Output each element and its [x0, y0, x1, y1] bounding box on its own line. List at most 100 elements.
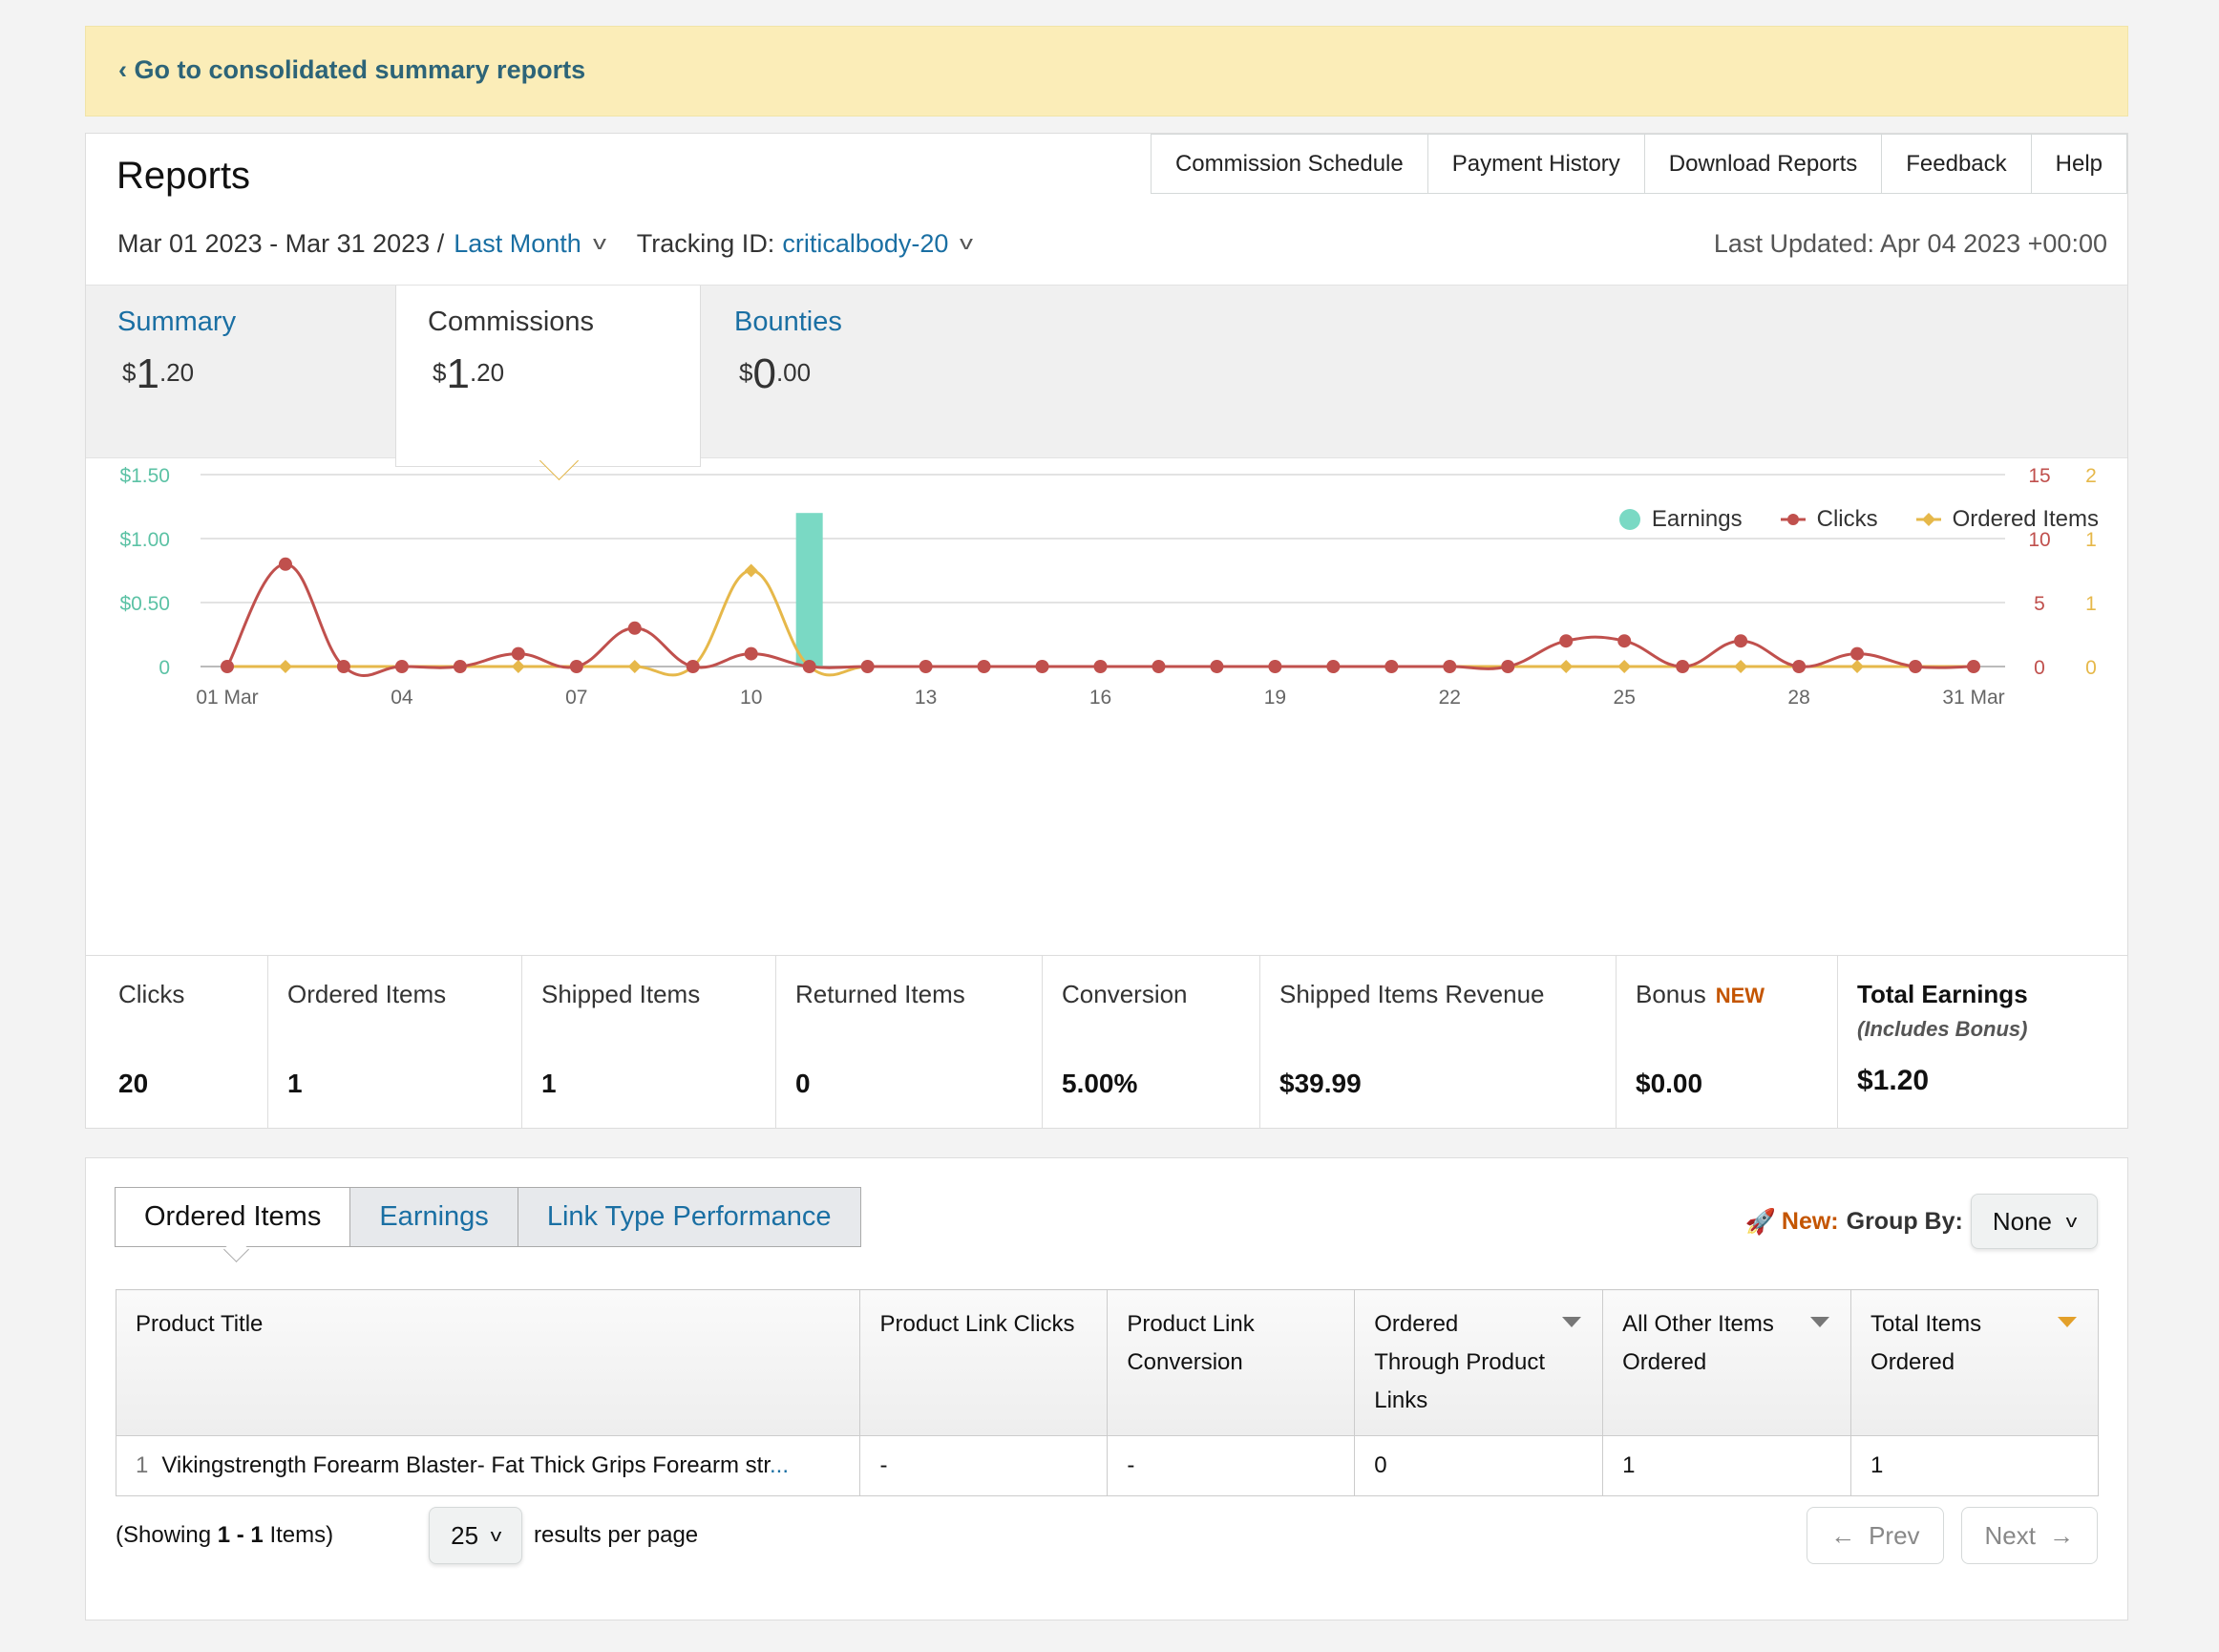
help-button[interactable]: Help [2030, 134, 2127, 194]
total-items-cell: 1 [1850, 1435, 2099, 1496]
header-label: Total Items Ordered [1870, 1311, 1982, 1375]
y-right-ordered-tick-label: 1 [2085, 593, 2097, 615]
clicks-point [1268, 660, 1282, 673]
col-product-link-clicks[interactable]: Product Link Clicks [859, 1289, 1109, 1436]
clicks-point [336, 660, 350, 673]
top-nav: Commission Schedule Payment History Down… [1150, 134, 2127, 194]
bounties-amount: $0.00 [739, 350, 811, 398]
clicks-point [1152, 660, 1166, 673]
stat-shipped-items: Shipped Items 1 [522, 956, 776, 1129]
amount-cents: .00 [775, 358, 812, 387]
commissions-amount: $1.20 [433, 350, 504, 398]
report-filters: Mar 01 2023 - Mar 31 2023 / Last Month v… [117, 229, 1004, 259]
clicks-point [744, 646, 758, 661]
clicks-point [977, 660, 991, 673]
tab-link-type-performance[interactable]: Link Type Performance [517, 1187, 861, 1247]
row-number: 1 [136, 1452, 149, 1478]
ordered-items-point [627, 660, 642, 673]
consolidated-reports-link[interactable]: ‹ Go to consolidated summary reports [118, 55, 585, 85]
stat-returned-items: Returned Items 0 [776, 956, 1043, 1129]
x-tick-label: 13 [915, 687, 937, 709]
per-page-select[interactable]: 25 v [429, 1507, 523, 1564]
earnings-bar [795, 513, 823, 667]
y-left-tick-label: $1.00 [119, 529, 170, 551]
stat-value: $1.20 [1857, 1065, 1930, 1096]
chevron-down-icon[interactable]: v [593, 233, 606, 255]
stat-ordered-items: Ordered Items 1 [268, 956, 522, 1129]
clicks-point [1909, 660, 1923, 673]
includes-bonus-note: (Includes Bonus) [1857, 1017, 2028, 1041]
prev-label: Prev [1869, 1520, 1920, 1550]
clicks-point [1792, 660, 1807, 673]
y-right-clicks-tick-label: 0 [2034, 657, 2045, 679]
stat-label: Conversion [1062, 980, 1188, 1008]
per-page-label: results per page [534, 1522, 699, 1548]
download-reports-button[interactable]: Download Reports [1643, 134, 1883, 194]
stat-bonus: Bonus NEW $0.00 [1617, 956, 1838, 1129]
ordered-items-point [744, 563, 758, 578]
clicks-point [1093, 660, 1108, 673]
earnings-chart: 0 $0.50 $1.00 $1.50 0 5 10 15 0 1 1 2 01 Mar 04 07 10 13… [119, 465, 2097, 709]
tab-commissions[interactable]: Commissions $1.20 [395, 286, 701, 467]
stat-shipped-revenue: Shipped Items Revenue $39.99 [1260, 956, 1617, 1129]
page-title: Reports [116, 155, 251, 197]
chevron-down-icon: v [490, 1525, 502, 1545]
stat-conversion: Conversion 5.00% [1043, 956, 1260, 1129]
clicks-point [686, 660, 700, 673]
x-tick-label: 16 [1089, 687, 1111, 709]
tab-summary[interactable]: Summary $1.20 [86, 286, 391, 457]
last-updated: Last Updated: Apr 04 2023 +00:00 [1713, 229, 2107, 258]
feedback-button[interactable]: Feedback [1881, 134, 2032, 194]
clicks-point [802, 660, 816, 673]
product-title: Vikingstrength Forearm Blaster- Fat Thic… [161, 1452, 770, 1478]
stat-label: Bonus NEW [1636, 980, 1765, 1009]
stat-label: Shipped Items Revenue [1279, 980, 1545, 1008]
commission-schedule-button[interactable]: Commission Schedule [1150, 134, 1428, 194]
next-button[interactable]: Next → [1960, 1507, 2098, 1564]
currency-symbol: $ [433, 358, 447, 387]
payment-history-button[interactable]: Payment History [1426, 134, 1645, 194]
ordered-items-point [1734, 660, 1748, 673]
report-detail-panel: Ordered Items Earnings Link Type Perform… [85, 1157, 2128, 1620]
clicks-point [1035, 660, 1049, 673]
col-product-link-conversion[interactable]: Product Link Conversion [1107, 1289, 1356, 1436]
clicks-point [1559, 634, 1574, 648]
col-all-other-items[interactable]: All Other Items Ordered [1602, 1289, 1852, 1436]
tab-bounties[interactable]: Bounties $0.00 [703, 286, 1008, 457]
total-earnings-label: Total Earnings [1857, 980, 2028, 1008]
clicks-point [1384, 660, 1399, 673]
tab-bounties-label: Bounties [734, 307, 842, 337]
col-total-items-ordered[interactable]: Total Items Ordered [1850, 1289, 2099, 1436]
chevron-down-icon[interactable]: v [960, 233, 973, 255]
stat-value: 5.00% [1062, 1069, 1138, 1098]
y-right-ordered-tick-label: 0 [2085, 657, 2097, 679]
ordered-items-point [1559, 660, 1574, 673]
tab-earnings[interactable]: Earnings [349, 1187, 518, 1247]
clicks-point [1617, 634, 1632, 648]
stat-label: Clicks [118, 980, 185, 1008]
arrow-right-icon: → [2049, 1520, 2074, 1550]
prev-button[interactable]: ← Prev [1807, 1507, 1944, 1564]
tracking-id-dropdown[interactable]: criticalbody-20 [782, 229, 948, 259]
clicks-point [1210, 660, 1224, 673]
clicks-point [1850, 646, 1865, 661]
tab-ordered-items[interactable]: Ordered Items [115, 1187, 351, 1247]
col-ordered-through-links[interactable]: Ordered Through Product Links [1354, 1289, 1604, 1436]
showing-range: 1 - 1 [217, 1522, 264, 1548]
period-dropdown[interactable]: Last Month [454, 229, 581, 259]
expand-title-link[interactable]: ... [770, 1452, 789, 1478]
currency-symbol: $ [122, 358, 137, 387]
x-tick-label: 01 Mar [196, 687, 258, 709]
consolidated-banner: ‹ Go to consolidated summary reports [85, 26, 2128, 116]
product-link-clicks-cell: - [859, 1435, 1109, 1496]
arrow-left-icon: ← [1830, 1520, 1856, 1550]
x-tick-label: 10 [740, 687, 762, 709]
stats-row: Clicks 20 Ordered Items 1 Shipped Items … [86, 955, 2127, 1129]
table-header-row: Product Title Product Link Clicks Produc… [115, 1289, 2099, 1436]
showing-prefix: (Showing [116, 1522, 212, 1548]
stat-value: 1 [287, 1069, 303, 1098]
group-by-select[interactable]: None v [1970, 1194, 2098, 1249]
y-right-ordered-tick-label: 1 [2085, 529, 2097, 551]
col-product-title[interactable]: Product Title [115, 1289, 861, 1436]
tab-commissions-label: Commissions [428, 307, 595, 337]
